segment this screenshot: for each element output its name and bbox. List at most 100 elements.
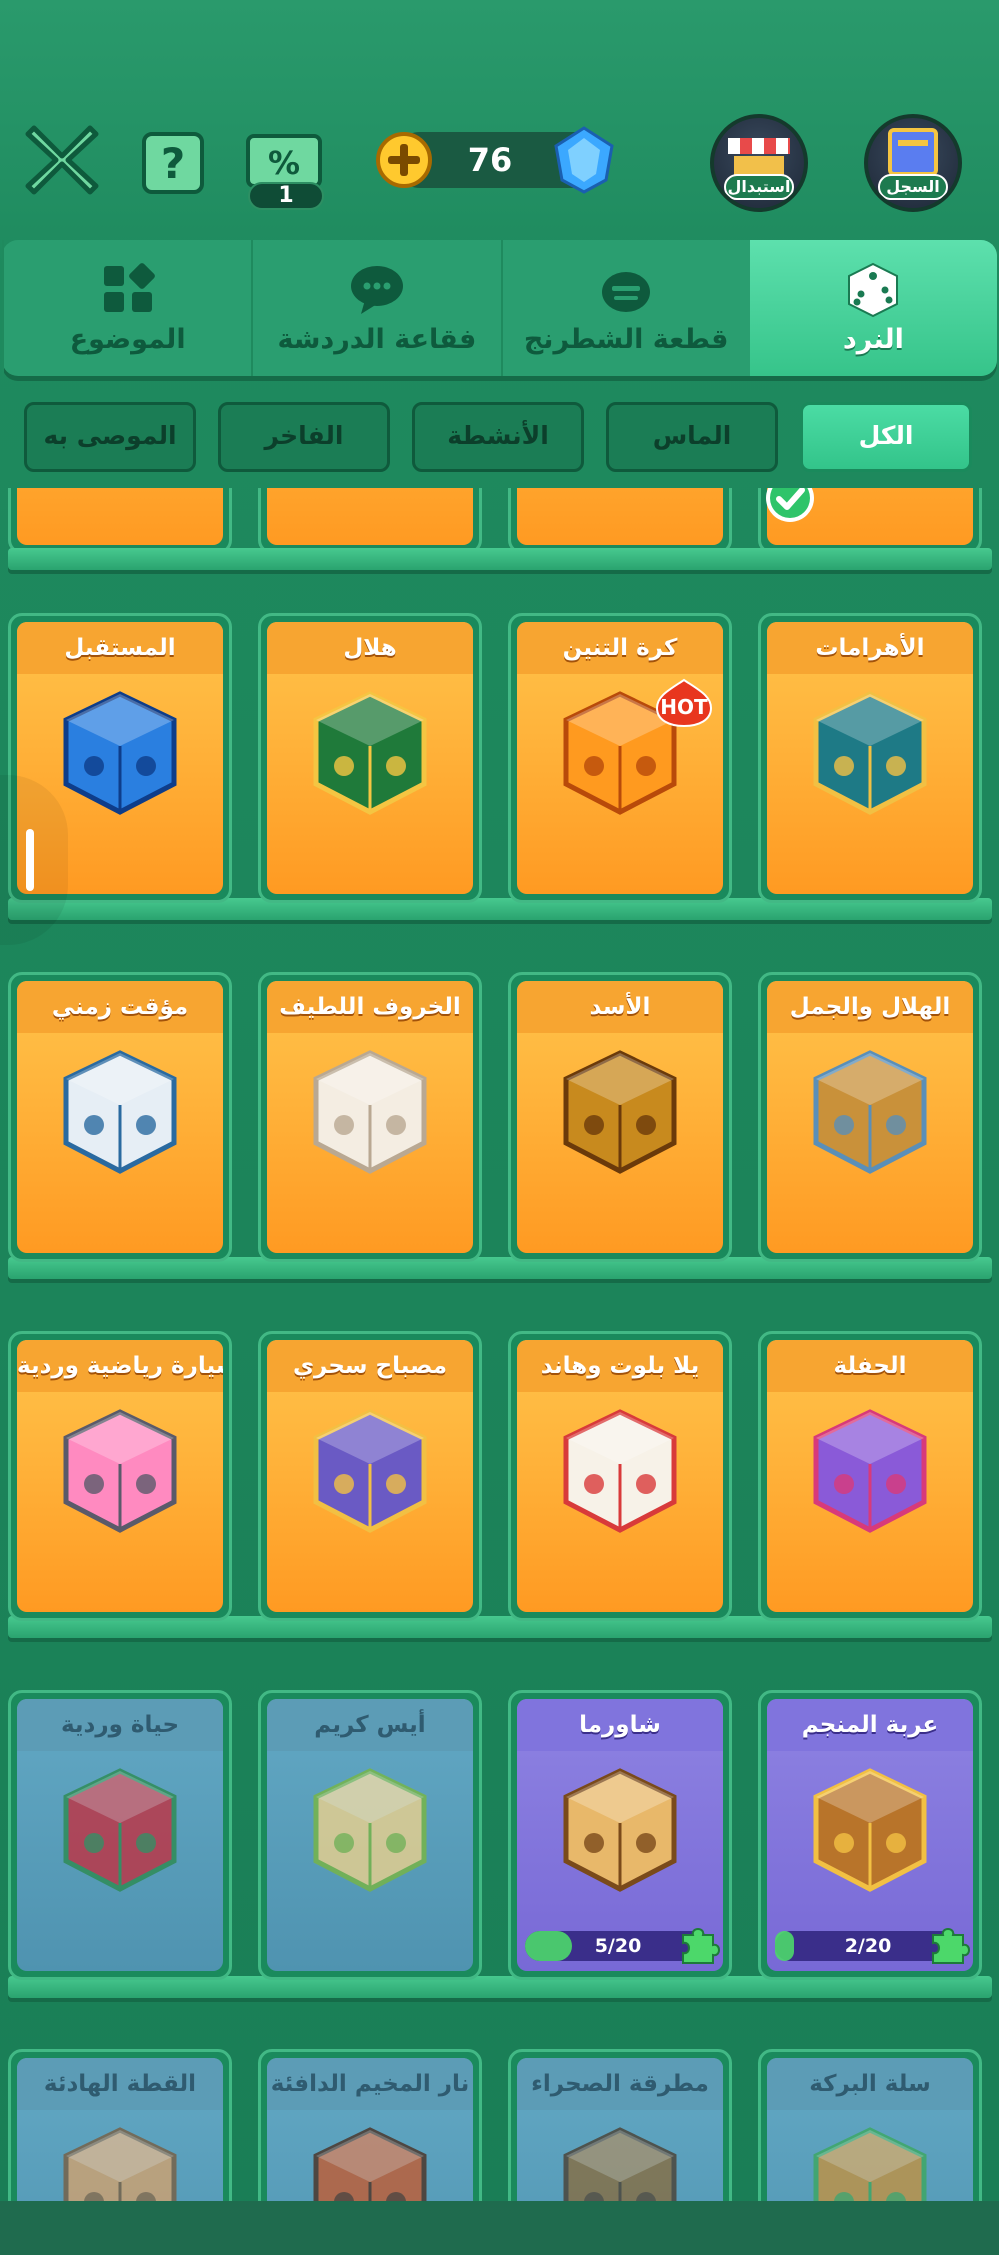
item-title: الأهرامات <box>767 622 973 674</box>
filter-bar: الكل الماس الأنشطة الفاخر الموصى به <box>22 402 972 474</box>
puzzle-piece-icon <box>682 1928 720 1964</box>
item-title: مصباح سحري <box>267 1340 473 1392</box>
chat-bubble-icon <box>350 265 403 314</box>
party-dice-icon <box>813 1409 927 1533</box>
category-tabs: النرد قطعة الشطرنج فقاعة الدردشة الموضوع <box>2 240 997 376</box>
ticket-count: 1 <box>248 182 324 210</box>
tab-theme-label: الموضوع <box>69 323 186 355</box>
sheep-dice-icon <box>313 1050 427 1174</box>
progress-fill <box>525 1931 572 1961</box>
shawarma-dice-icon <box>563 1768 677 1892</box>
item-title: نار المخيم الدافئة <box>267 2058 473 2110</box>
item-title: مطرقة الصحراء <box>517 2058 723 2110</box>
item-title: الأسد <box>517 981 723 1033</box>
filter-recommended[interactable]: الموصى به <box>24 402 196 472</box>
item-title: عربة المنجم <box>767 1699 973 1751</box>
filter-activities[interactable]: الأنشطة <box>412 402 584 472</box>
item-card[interactable]: يلا بلوت وهاند <box>508 1331 732 1621</box>
tab-chat-bubble-label: فقاعة الدردشة <box>277 323 477 355</box>
item-title: حياة وردية <box>17 1699 223 1751</box>
item-title: الهلال والجمل <box>767 981 973 1033</box>
help-icon[interactable]: ? <box>140 128 208 196</box>
item-card[interactable]: أيس كريم <box>258 1690 482 1980</box>
item-card[interactable]: هلال <box>258 613 482 903</box>
exchange-shop-button[interactable]: استبدال <box>710 114 808 212</box>
puzzle-piece-icon <box>932 1928 970 1964</box>
tab-dice[interactable]: النرد <box>749 240 997 376</box>
progress-fill <box>775 1931 794 1961</box>
item-title: كرة التنين <box>517 622 723 674</box>
item-title: سيارة رياضية وردية <box>17 1340 223 1392</box>
filter-all[interactable]: الكل <box>800 402 972 472</box>
item-card[interactable]: حياة وردية <box>8 1690 232 1980</box>
rose-dice-icon <box>63 1768 177 1892</box>
tab-chess-piece[interactable]: قطعة الشطرنج <box>500 240 750 376</box>
tab-chat-bubble[interactable]: فقاعة الدردشة <box>251 240 500 376</box>
item-title: مؤقت زمني <box>17 981 223 1033</box>
item-card[interactable]: القطة الهادئة <box>8 2049 232 2201</box>
crescent-dice-icon <box>313 691 427 815</box>
item-title: سلة البركة <box>767 2058 973 2110</box>
progress-text: 5/20 <box>594 1935 642 1957</box>
progress-text: 2/20 <box>844 1935 892 1957</box>
diamond-icon <box>554 126 614 194</box>
hot-badge-icon: HOT <box>655 678 713 728</box>
desert-hammer-dice-icon <box>563 2127 677 2201</box>
pharaoh-dice-icon <box>813 691 927 815</box>
item-card-partial[interactable] <box>8 488 232 554</box>
chess-piece-icon <box>602 271 651 312</box>
ice-cream-dice-icon <box>313 1768 427 1892</box>
item-card[interactable]: مؤقت زمني <box>8 972 232 1262</box>
pink-car-dice-icon <box>63 1409 177 1533</box>
basket-dice-icon <box>813 2127 927 2201</box>
item-card[interactable]: عربة المنجم 2/20 <box>758 1690 982 1980</box>
item-title: هلال <box>267 622 473 674</box>
item-title: المستقبل <box>17 622 223 674</box>
filter-luxury[interactable]: الفاخر <box>218 402 390 472</box>
svg-text:%: % <box>268 144 300 182</box>
dice-icon <box>848 262 899 317</box>
campfire-dice-icon <box>313 2127 427 2201</box>
lamp-dice-icon <box>313 1409 427 1533</box>
gem-count: 76 <box>467 141 513 179</box>
camel-dice-icon <box>813 1050 927 1174</box>
item-title: شاورما <box>517 1699 723 1751</box>
item-card[interactable]: الأهرامات <box>758 613 982 903</box>
selected-check-icon <box>766 488 814 522</box>
timer-dice-icon <box>63 1050 177 1174</box>
tab-dice-label: النرد <box>842 323 904 355</box>
item-card[interactable]: الخروف اللطيف <box>258 972 482 1262</box>
item-card[interactable]: الحفلة <box>758 1331 982 1621</box>
item-title: الخروف اللطيف <box>267 981 473 1033</box>
scroll-thumb[interactable] <box>26 829 34 891</box>
item-title: أيس كريم <box>267 1699 473 1751</box>
filter-diamond[interactable]: الماس <box>606 402 778 472</box>
item-card[interactable]: كرة التنين HOT <box>508 613 732 903</box>
item-card[interactable]: شاورما 5/20 <box>508 1690 732 1980</box>
history-log-button[interactable]: السجل <box>864 114 962 212</box>
theme-grid-icon <box>103 262 155 312</box>
svg-text:?: ? <box>161 139 185 188</box>
item-title: يلا بلوت وهاند <box>517 1340 723 1392</box>
add-gems-icon[interactable] <box>374 130 434 190</box>
bottom-bar <box>0 2201 999 2255</box>
item-card-partial[interactable] <box>258 488 482 554</box>
item-card[interactable]: مصباح سحري <box>258 1331 482 1621</box>
item-card[interactable]: نار المخيم الدافئة <box>258 2049 482 2201</box>
tab-theme[interactable]: الموضوع <box>2 240 251 376</box>
calm-cat-dice-icon <box>63 2127 177 2201</box>
item-card-partial[interactable] <box>508 488 732 554</box>
item-card[interactable]: سيارة رياضية وردية <box>8 1331 232 1621</box>
close-icon[interactable] <box>22 120 102 200</box>
item-card[interactable]: مطرقة الصحراء <box>508 2049 732 2201</box>
item-grid: الأهرامات كرة التنين HOT هلال المستقبل الهلال… <box>0 488 999 2201</box>
item-title: القطة الهادئة <box>17 2058 223 2110</box>
item-card[interactable]: الهلال والجمل <box>758 972 982 1262</box>
history-label: السجل <box>878 174 948 200</box>
hot-badge-label: HOT <box>660 695 708 719</box>
item-card[interactable]: سلة البركة <box>758 2049 982 2201</box>
mine-cart-dice-icon <box>813 1768 927 1892</box>
item-card[interactable]: الأسد <box>508 972 732 1262</box>
tab-chess-piece-label: قطعة الشطرنج <box>523 323 729 355</box>
exchange-label: استبدال <box>724 174 794 200</box>
